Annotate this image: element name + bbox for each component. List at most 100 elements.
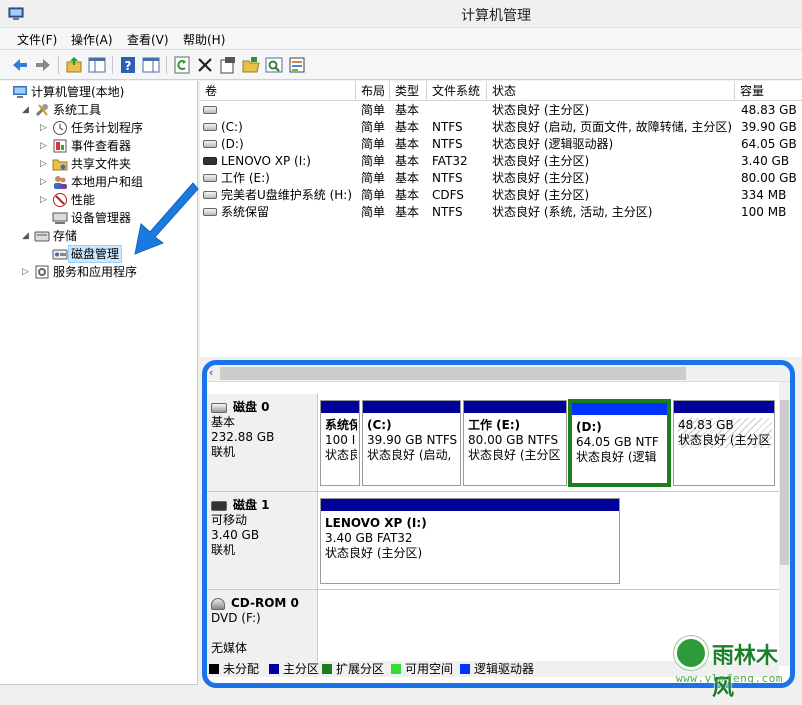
properties-icon[interactable] (218, 55, 238, 75)
column-header-volume[interactable]: 卷 (200, 81, 356, 101)
cell-type: 基本 (395, 119, 427, 136)
device-manager-icon (52, 212, 68, 224)
table-row[interactable]: LENOVO XP (I:) 简单 基本 FAT32 状态良好 (主分区) 3.40 GB (200, 153, 802, 170)
collapsed-arrow-icon[interactable]: ▷ (40, 119, 50, 137)
tree-label: 存储 (53, 229, 78, 243)
cell-text: 完美者U盘维护系统 (H:) (221, 188, 353, 202)
cell-status: 状态良好 (系统, 活动, 主分区) (492, 204, 735, 221)
forward-icon[interactable] (33, 55, 53, 75)
expanded-arrow-icon[interactable]: ◢ (22, 227, 32, 245)
cell-text: 工作 (E:) (221, 171, 270, 185)
back-icon[interactable] (10, 55, 30, 75)
table-row[interactable]: 系统保留 简单 基本 NTFS 状态良好 (系统, 活动, 主分区) 100 MB (200, 204, 802, 221)
volume-list-header: 卷 布局 类型 文件系统 状态 容量 (200, 81, 802, 101)
menu-help[interactable]: 帮助(H) (183, 31, 225, 48)
cell-text: 状态良好 (逻辑驱动器) (492, 137, 614, 151)
delete-icon[interactable] (195, 55, 215, 75)
cell-text: 基本 (395, 188, 420, 202)
volume-list: 卷 布局 类型 文件系统 状态 容量 简单 基本 状态良好 (主分区) 48.83 G… (200, 81, 802, 357)
settings-icon[interactable] (287, 55, 307, 75)
properties-pane-icon[interactable] (141, 55, 161, 75)
search-icon[interactable] (264, 55, 284, 75)
volume-icon (203, 105, 217, 114)
cell-status: 状态良好 (逻辑驱动器) (492, 136, 735, 153)
tree-label: 系统工具 (53, 103, 102, 117)
show-hide-tree-icon[interactable] (87, 55, 107, 75)
cell-status: 状态良好 (主分区) (492, 170, 735, 187)
cell-text: 100 MB (741, 205, 787, 219)
cell-text: 简单 (361, 171, 386, 185)
column-header-filesystem[interactable]: 文件系统 (427, 81, 487, 101)
cell-text: 基本 (395, 205, 420, 219)
volume-icon (203, 122, 217, 131)
menu-action[interactable]: 操作(A) (71, 31, 113, 48)
cell-text: NTFS (432, 137, 463, 151)
watermark: 雨林木风 www.ylmfeng.com (670, 636, 798, 701)
cell-text: (C:) (221, 120, 243, 134)
cell-text: 64.05 GB (741, 137, 797, 151)
window-title: 计算机管理 (461, 8, 531, 24)
help-icon[interactable]: ? (118, 55, 138, 75)
table-row[interactable]: 工作 (E:) 简单 基本 NTFS 状态良好 (主分区) 80.00 GB (200, 170, 802, 187)
performance-icon (53, 193, 67, 207)
expanded-arrow-icon[interactable]: ◢ (22, 101, 32, 119)
title-bar: 计算机管理 (0, 0, 802, 28)
refresh-icon[interactable] (172, 55, 192, 75)
cell-text: CDFS (432, 188, 464, 202)
cell-name: (C:) (203, 119, 355, 136)
column-header-capacity[interactable]: 容量 (735, 81, 802, 101)
cell-text: 状态良好 (主分区) (492, 171, 590, 185)
cell-size: 48.83 GB (741, 102, 801, 119)
column-header-layout[interactable]: 布局 (356, 81, 390, 101)
menu-view[interactable]: 查看(V) (127, 31, 169, 48)
cell-size: 64.05 GB (741, 136, 801, 153)
cell-text: 基本 (395, 154, 420, 168)
collapsed-arrow-icon[interactable]: ▷ (40, 191, 50, 209)
cell-type: 基本 (395, 102, 427, 119)
toolbar: ? (0, 50, 802, 80)
cell-layout: 简单 (361, 119, 391, 136)
cell-fs: NTFS (432, 119, 487, 136)
event-viewer-icon (53, 139, 67, 153)
tree-label: 磁盘管理 (68, 245, 123, 263)
cell-name (203, 102, 355, 119)
watermark-logo-icon (674, 636, 708, 670)
cell-text: NTFS (432, 120, 463, 134)
cell-text: 基本 (395, 137, 420, 151)
column-header-status[interactable]: 状态 (487, 81, 735, 101)
services-icon (35, 265, 49, 279)
cell-type: 基本 (395, 153, 427, 170)
column-header-type[interactable]: 类型 (390, 81, 427, 101)
cell-layout: 简单 (361, 102, 391, 119)
toolbar-separator (58, 56, 59, 74)
table-row[interactable]: (D:) 简单 基本 NTFS 状态良好 (逻辑驱动器) 64.05 GB (200, 136, 802, 153)
cell-fs: CDFS (432, 187, 487, 204)
cell-text: 基本 (395, 103, 420, 117)
watermark-title: 雨林木风 (712, 643, 779, 701)
table-row[interactable]: 简单 基本 状态良好 (主分区) 48.83 GB (200, 102, 802, 119)
table-row[interactable]: 完美者U盘维护系统 (H:) 简单 基本 CDFS 状态良好 (主分区) 334 MB (200, 187, 802, 204)
cell-size: 3.40 GB (741, 153, 801, 170)
tree-label: 设备管理器 (71, 211, 132, 225)
menu-bar: 文件(F) 操作(A) 查看(V) 帮助(H) (0, 28, 802, 50)
disk-management-icon (52, 249, 68, 260)
cell-text: 3.40 GB (741, 154, 790, 168)
cell-size: 100 MB (741, 204, 801, 221)
collapsed-arrow-icon[interactable]: ▷ (40, 173, 50, 191)
collapsed-arrow-icon[interactable]: ▷ (40, 137, 50, 155)
cell-type: 基本 (395, 136, 427, 153)
cell-text: 状态良好 (启动, 页面文件, 故障转储, 主分区) (492, 120, 733, 134)
svg-text:?: ? (125, 59, 132, 73)
cell-text: 简单 (361, 205, 386, 219)
cell-text: NTFS (432, 171, 463, 185)
table-row[interactable]: (C:) 简单 基本 NTFS 状态良好 (启动, 页面文件, 故障转储, 主分区) 39… (200, 119, 802, 136)
collapsed-arrow-icon[interactable]: ▷ (22, 263, 32, 281)
up-folder-icon[interactable] (64, 55, 84, 75)
computer-management-icon (13, 86, 27, 98)
collapsed-arrow-icon[interactable]: ▷ (40, 155, 50, 173)
cell-name: 完美者U盘维护系统 (H:) (203, 187, 355, 204)
cell-type: 基本 (395, 170, 427, 187)
open-icon[interactable] (241, 55, 261, 75)
cell-text: NTFS (432, 205, 463, 219)
menu-file[interactable]: 文件(F) (17, 31, 57, 48)
